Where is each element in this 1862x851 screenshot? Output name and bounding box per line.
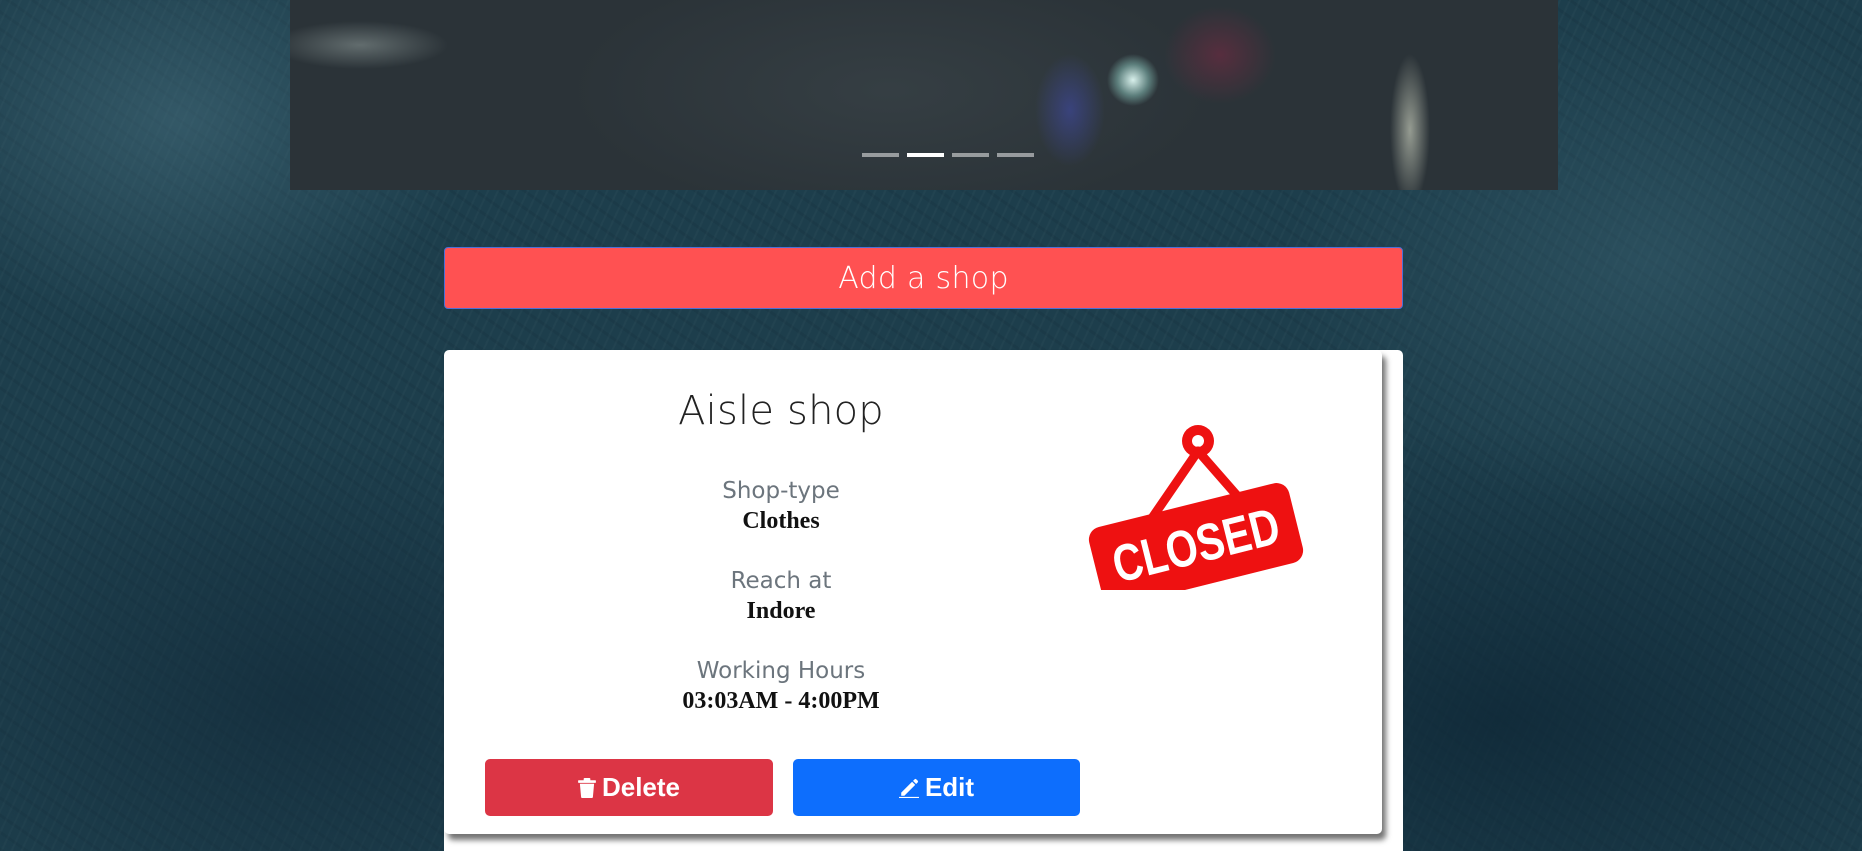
reach-at-block: Reach at Indore: [484, 566, 1078, 626]
carousel-indicators: [290, 153, 1558, 157]
delete-button-label: Delete: [601, 772, 681, 802]
shop-type-value: Clothes: [742, 508, 820, 534]
shop-type-block: Shop-type Clothes: [484, 476, 1078, 536]
carousel-indicator-4[interactable]: [997, 153, 1034, 157]
hero-carousel[interactable]: [290, 0, 1558, 190]
working-hours-value: 03:03AM - 4:00PM: [682, 688, 880, 714]
shop-type-label: Shop-type: [722, 478, 840, 504]
carousel-indicator-1[interactable]: [862, 153, 899, 157]
shop-name: Aisle shop: [678, 388, 884, 434]
carousel-indicator-2[interactable]: [907, 153, 944, 157]
pencil-icon: [898, 778, 919, 798]
working-hours-block: Working Hours 03:03AM - 4:00PM: [484, 656, 1078, 716]
closed-sign-graphic: CLOSED: [1088, 425, 1304, 607]
delete-button[interactable]: Delete: [485, 759, 773, 816]
shop-card-body: Aisle shop Shop-type Clothes Reach at In…: [444, 350, 1382, 834]
edit-button-label: Edit: [924, 772, 975, 802]
edit-button[interactable]: Edit: [793, 759, 1080, 816]
working-hours-label: Working Hours: [696, 658, 866, 684]
closed-sign: CLOSED: [1064, 380, 1304, 607]
add-shop-button[interactable]: Add a shop: [444, 247, 1403, 309]
carousel-indicator-3[interactable]: [952, 153, 989, 157]
trash-icon: [578, 777, 596, 798]
reach-at-label: Reach at: [730, 568, 832, 594]
shop-card: Aisle shop Shop-type Clothes Reach at In…: [444, 350, 1403, 851]
reach-at-value: Indore: [746, 598, 816, 624]
